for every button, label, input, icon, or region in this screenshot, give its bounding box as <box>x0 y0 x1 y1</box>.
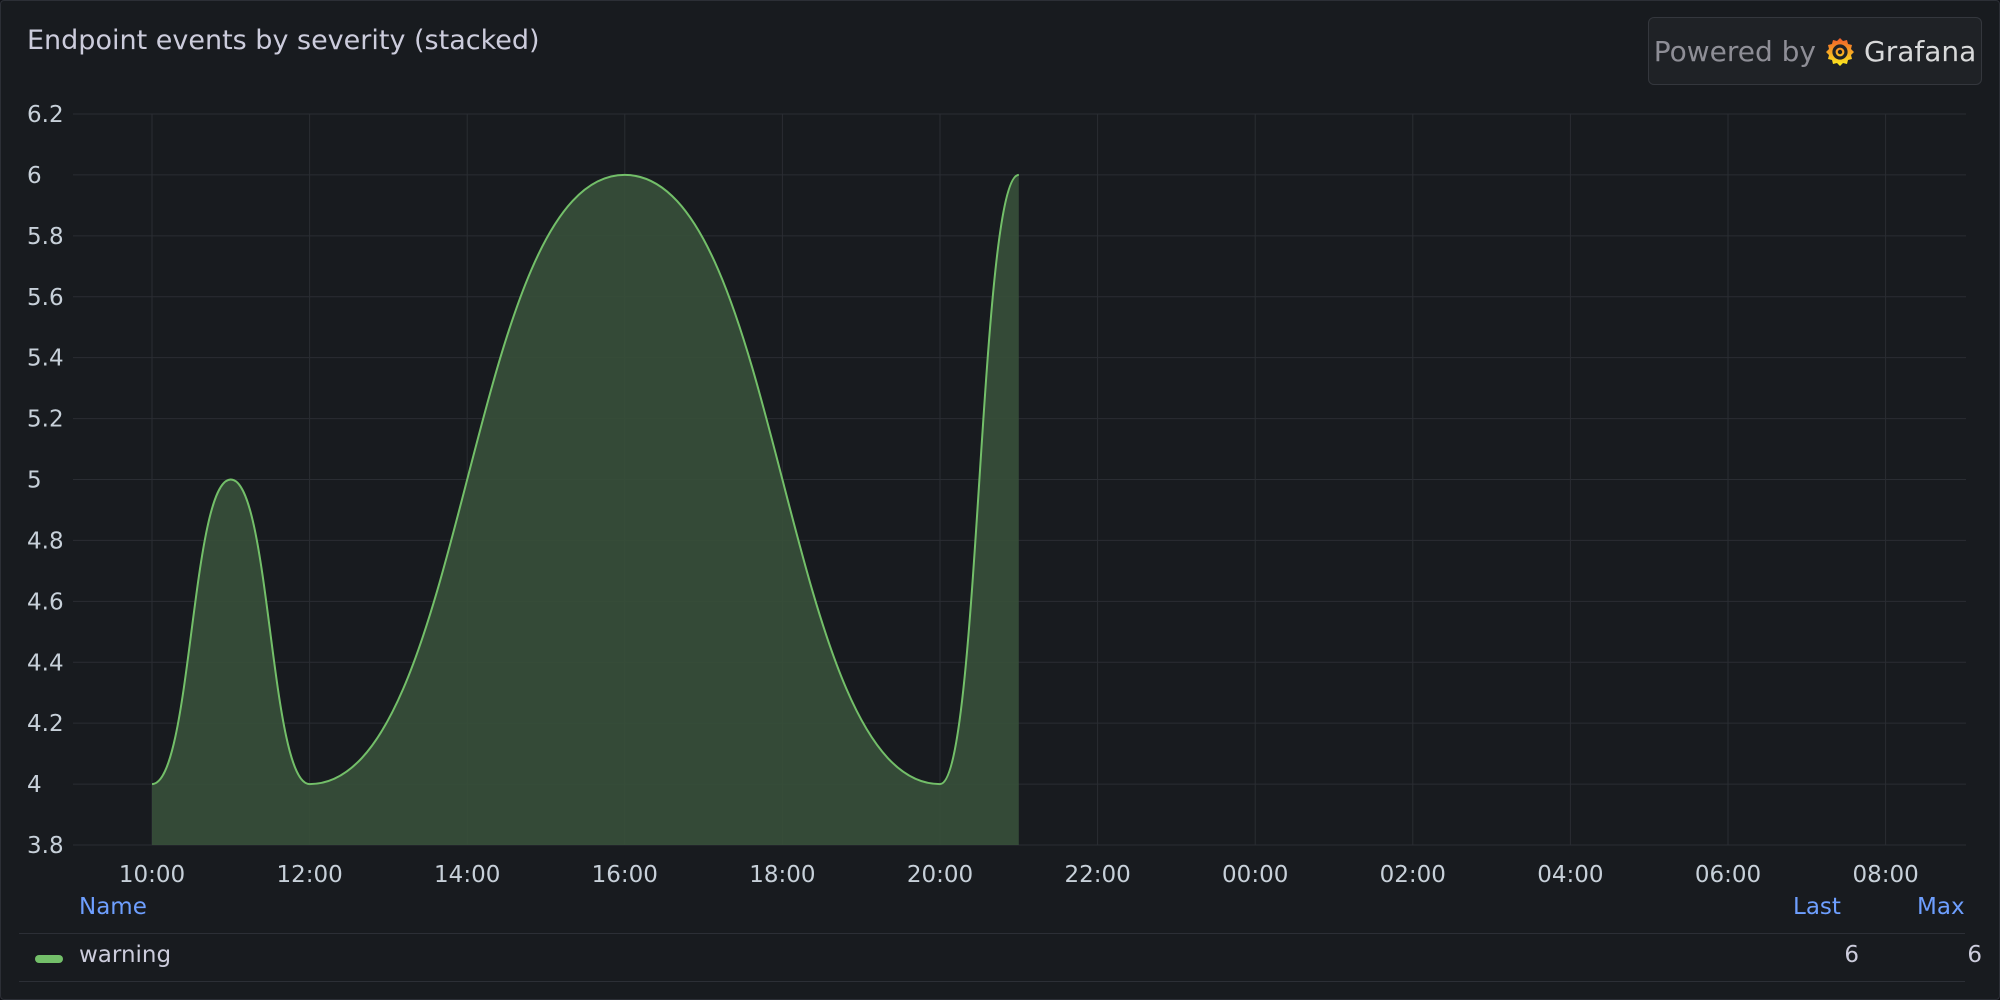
x-tick-label: 06:00 <box>1695 862 1761 888</box>
y-tick-label: 3.8 <box>27 833 64 859</box>
y-tick-label: 4.4 <box>27 650 64 676</box>
legend-header-last[interactable]: Last <box>1793 894 1841 920</box>
y-tick-label: 6.2 <box>27 102 64 128</box>
legend-series-max: 6 <box>1967 942 1982 968</box>
legend-series-swatch <box>35 955 63 963</box>
x-tick-label: 00:00 <box>1222 862 1288 888</box>
legend-divider <box>19 933 1965 934</box>
legend-bottom-divider <box>19 981 1965 982</box>
y-tick-label: 5.4 <box>27 346 64 372</box>
x-tick-label: 14:00 <box>434 862 500 888</box>
y-tick-label: 5 <box>27 468 42 494</box>
legend-header-name[interactable]: Name <box>79 894 147 920</box>
y-tick-label: 6 <box>27 163 42 189</box>
x-tick-label: 12:00 <box>276 862 342 888</box>
series-area-warning <box>152 174 1019 845</box>
x-tick-label: 04:00 <box>1537 862 1603 888</box>
x-tick-label: 22:00 <box>1064 862 1130 888</box>
y-tick-label: 5.6 <box>27 285 64 311</box>
legend-series-name: warning <box>79 942 172 968</box>
x-tick-label: 20:00 <box>907 862 973 888</box>
x-tick-label: 02:00 <box>1380 862 1446 888</box>
chart-panel: Endpoint events by severity (stacked) Po… <box>0 0 2000 1000</box>
y-tick-label: 5.2 <box>27 407 64 433</box>
y-tick-label: 4 <box>27 772 42 798</box>
y-tick-label: 4.8 <box>27 528 64 554</box>
legend-row-warning[interactable]: warning 6 6 <box>19 935 1982 981</box>
y-tick-label: 4.6 <box>27 589 64 615</box>
x-tick-label: 18:00 <box>749 862 815 888</box>
legend-header-max[interactable]: Max <box>1917 894 1965 920</box>
y-tick-label: 4.2 <box>27 711 64 737</box>
legend-series-last: 6 <box>1844 942 1859 968</box>
y-tick-label: 5.8 <box>27 224 64 250</box>
x-tick-label: 08:00 <box>1852 862 1918 888</box>
x-tick-label: 16:00 <box>592 862 658 888</box>
x-tick-label: 10:00 <box>119 862 185 888</box>
timeseries-chart[interactable]: 3.8 4 4.2 4.4 4.6 4.8 5 5.2 5.4 5.6 5.8 6 6.2 10:00 12… <box>1 1 2000 901</box>
